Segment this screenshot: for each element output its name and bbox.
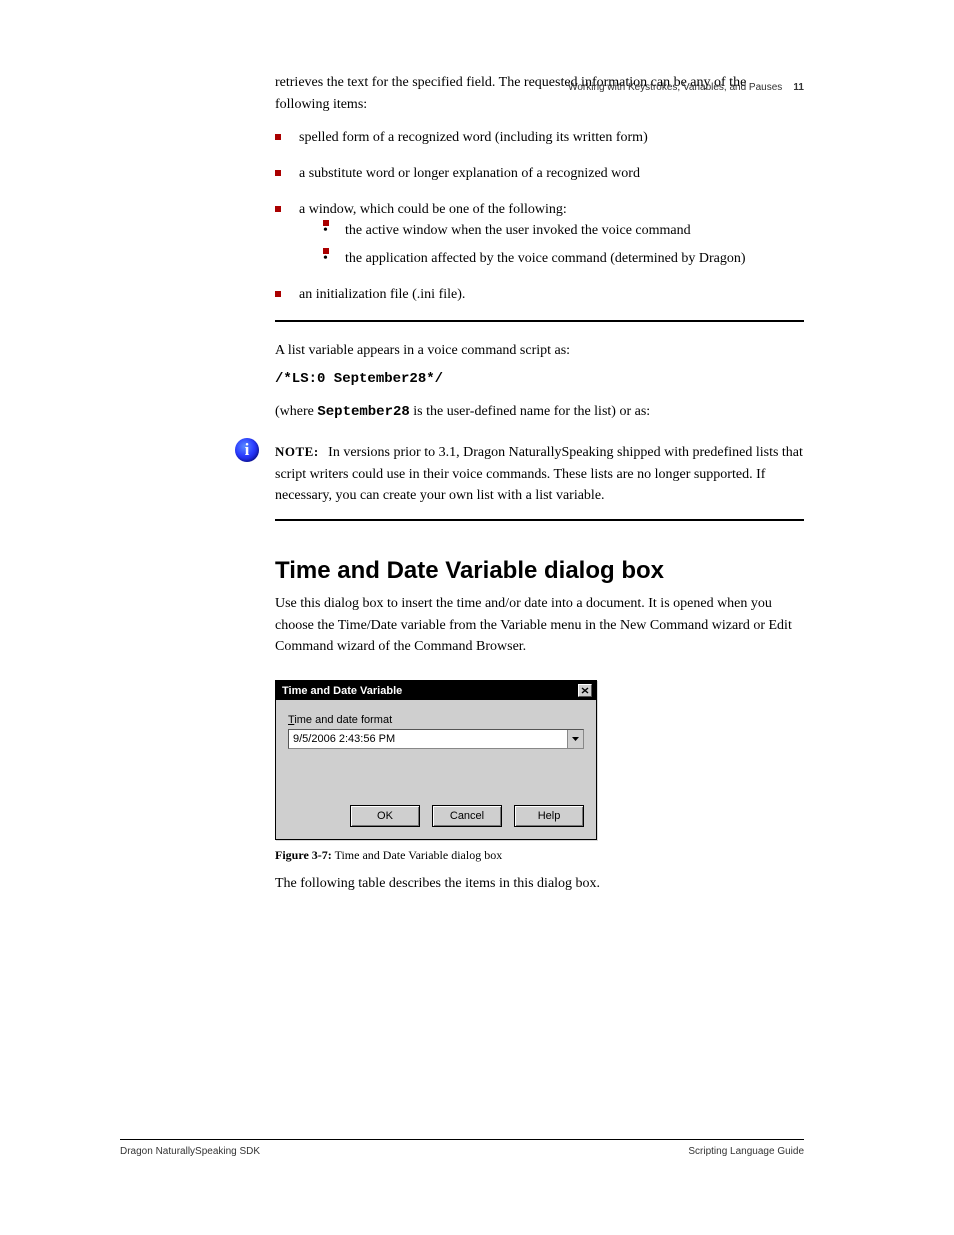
- label-rest: ime and date format: [294, 714, 392, 726]
- caption-label: Figure 3-7:: [275, 848, 332, 862]
- format-input[interactable]: [289, 730, 567, 748]
- dropdown-button[interactable]: [567, 730, 583, 748]
- cancel-button[interactable]: Cancel: [432, 805, 502, 827]
- feature-list: spelled form of a recognized word (inclu…: [275, 127, 804, 305]
- following-paragraph: The following table describes the items …: [275, 873, 804, 895]
- list-item: spelled form of a recognized word (inclu…: [275, 127, 804, 149]
- running-header: Working with Keystrokes, Variables, and …: [568, 82, 804, 93]
- list-item: a substitute word or longer explanation …: [275, 163, 804, 185]
- info-icon: i: [235, 438, 259, 462]
- intro-paragraph: retrieves the text for the specified fie…: [275, 72, 804, 115]
- help-button[interactable]: Help: [514, 805, 584, 827]
- code-sample-1: /*LS:0 September28*/: [275, 371, 804, 387]
- note-body: In versions prior to 3.1, Dragon Natural…: [275, 445, 803, 503]
- dialog-title: Time and Date Variable: [282, 685, 402, 697]
- time-date-dialog: Time and Date Variable Time and date for…: [275, 680, 597, 840]
- caption-text: Time and Date Variable dialog box: [335, 848, 503, 862]
- page-number: 11: [793, 82, 804, 93]
- list-item: an initialization file (.ini file).: [275, 284, 804, 306]
- list-item: a window, which could be one of the foll…: [275, 199, 804, 270]
- note-label: NOTE:: [275, 444, 319, 459]
- note-block: i NOTE: In versions prior to 3.1, Dragon…: [275, 442, 804, 507]
- format-combobox[interactable]: [288, 729, 584, 749]
- list-item-text: a window, which could be one of the foll…: [299, 202, 567, 217]
- sub-list-item: the active window when the user invoked …: [323, 220, 804, 242]
- section-heading: Time and Date Variable dialog box: [275, 557, 804, 585]
- inline-code: September28: [317, 404, 409, 420]
- footer-right: Scripting Language Guide: [688, 1146, 804, 1157]
- figure: Time and Date Variable Time and date for…: [275, 680, 804, 863]
- close-icon: [581, 687, 589, 694]
- sub-list: the active window when the user invoked …: [323, 220, 804, 269]
- close-button[interactable]: [578, 684, 592, 697]
- runner-text: Working with Keystrokes, Variables, and …: [568, 82, 782, 93]
- sub-list-item: the application affected by the voice co…: [323, 248, 804, 270]
- format-field-label: Time and date format: [288, 714, 584, 726]
- text-after: is the user-defined name for the list) o…: [410, 404, 650, 419]
- footer-left: Dragon NaturallySpeaking SDK: [120, 1146, 260, 1157]
- figure-caption: Figure 3-7: Time and Date Variable dialo…: [275, 848, 804, 863]
- dialog-titlebar: Time and Date Variable: [276, 681, 596, 700]
- ok-button[interactable]: OK: [350, 805, 420, 827]
- list-variable-para-2: (where September28 is the user-defined n…: [275, 401, 804, 424]
- list-variable-intro: A list variable appears in a voice comma…: [275, 340, 804, 362]
- divider: [275, 320, 804, 322]
- divider: [275, 519, 804, 521]
- text-before: (where: [275, 404, 317, 419]
- page-footer: Dragon NaturallySpeaking SDK Scripting L…: [120, 1139, 804, 1157]
- chevron-down-icon: [572, 737, 579, 741]
- section-paragraph: Use this dialog box to insert the time a…: [275, 593, 804, 658]
